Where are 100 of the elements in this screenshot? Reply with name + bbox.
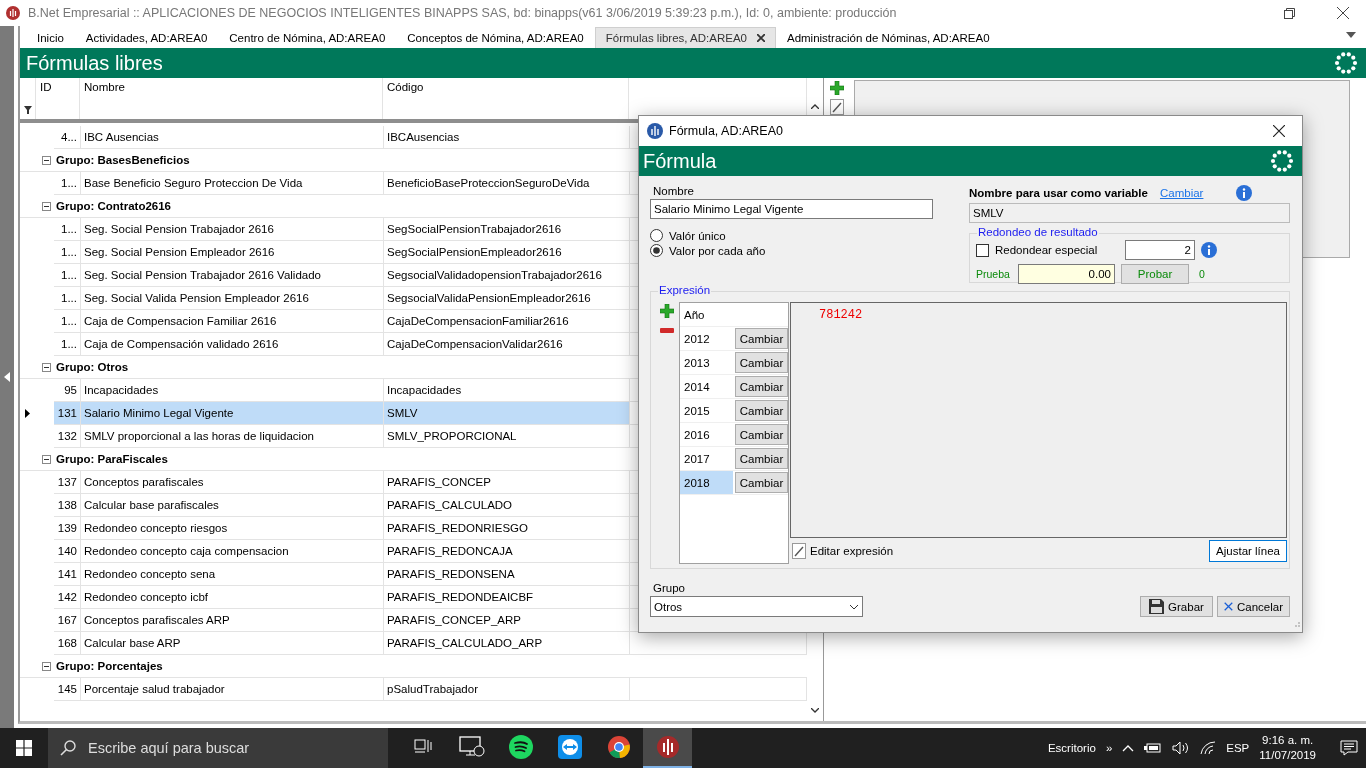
- task-view-icon[interactable]: [413, 739, 432, 755]
- table-cell: 142: [54, 586, 81, 609]
- minus-icon[interactable]: [659, 328, 674, 333]
- column-header[interactable]: Nombre: [84, 81, 125, 93]
- table-cell: 167: [54, 609, 81, 632]
- collapse-icon[interactable]: [42, 155, 51, 165]
- change-button[interactable]: Cambiar: [735, 328, 788, 349]
- year-cell[interactable]: 2012: [680, 327, 733, 350]
- table-cell: PARAFIS_REDONCAJA: [384, 540, 630, 563]
- table-cell: 4...: [54, 126, 81, 149]
- radio-button[interactable]: [650, 229, 663, 242]
- group-label: Grupo: Contrato2616: [56, 200, 171, 212]
- column-header[interactable]: Código: [387, 81, 424, 93]
- table-cell: Seg. Social Pension Trabajador 2616 Validado: [81, 264, 384, 287]
- app-logo-icon: [6, 6, 20, 20]
- notification-icon[interactable]: [1340, 740, 1358, 756]
- group-legend: Expresión: [658, 284, 712, 296]
- radio-button[interactable]: [650, 244, 663, 257]
- checkbox[interactable]: [976, 243, 989, 257]
- test-button[interactable]: Probar: [1121, 264, 1189, 284]
- wifi-icon[interactable]: [1200, 741, 1217, 755]
- search-field[interactable]: Escribe aquí para buscar: [48, 728, 388, 768]
- name-field[interactable]: Salario Minimo Legal Vigente: [650, 199, 933, 219]
- edit-expression-label[interactable]: Editar expresión: [810, 545, 894, 557]
- close-icon[interactable]: [1337, 7, 1349, 19]
- clock[interactable]: 9:16 a. m. 11/07/2019: [1259, 733, 1316, 763]
- info-icon[interactable]: [1201, 242, 1217, 258]
- monitor-icon[interactable]: [458, 736, 485, 758]
- tab[interactable]: Fórmulas libres, AD:AREA0: [594, 27, 776, 48]
- collapse-icon[interactable]: [42, 201, 51, 211]
- collapse-icon[interactable]: [42, 362, 51, 372]
- table-cell: CajaDeCompensacionFamiliar2616: [384, 310, 630, 333]
- change-button[interactable]: Cambiar: [735, 448, 788, 469]
- collapse-icon[interactable]: [42, 661, 51, 671]
- table-cell: Caja de Compensacion Familiar 2616: [81, 310, 384, 333]
- battery-icon[interactable]: [1144, 742, 1163, 754]
- table-cell: 145: [54, 678, 81, 701]
- restore-icon[interactable]: [1283, 7, 1295, 19]
- save-button[interactable]: Grabar: [1140, 596, 1213, 617]
- table-cell: PARAFIS_CONCEP: [384, 471, 630, 494]
- tray-more[interactable]: »: [1105, 742, 1113, 754]
- change-link[interactable]: Cambiar: [1159, 187, 1204, 199]
- close-icon[interactable]: [1273, 125, 1285, 137]
- current-row-icon: [25, 409, 30, 418]
- table-cell: 1...: [54, 310, 81, 333]
- tab[interactable]: Administración de Nóminas, AD:AREA0: [775, 27, 1001, 48]
- pencil-icon[interactable]: [792, 543, 806, 559]
- expression-editor[interactable]: 781242: [790, 302, 1287, 538]
- app-logo-icon[interactable]: [655, 735, 680, 759]
- scroll-up-icon[interactable]: [811, 104, 819, 109]
- music-app-icon[interactable]: [508, 735, 533, 759]
- chevron-up-icon[interactable]: [1122, 744, 1135, 752]
- year-cell[interactable]: 2017: [680, 447, 733, 470]
- year-cell[interactable]: 2018: [680, 471, 733, 494]
- browser-icon[interactable]: [606, 735, 631, 759]
- change-button[interactable]: Cambiar: [735, 472, 788, 493]
- variable-field[interactable]: SMLV: [969, 203, 1290, 223]
- scroll-down-icon[interactable]: [811, 708, 819, 713]
- radio-label[interactable]: Valor por cada año: [669, 244, 766, 257]
- plus-icon[interactable]: [830, 81, 844, 95]
- group-select[interactable]: Otros: [650, 596, 863, 617]
- radio-label[interactable]: Valór único: [669, 229, 726, 242]
- search-icon: [60, 740, 76, 756]
- wrap-line-button[interactable]: Ajustar línea: [1209, 540, 1287, 562]
- windows-logo-icon[interactable]: [16, 740, 32, 756]
- checkbox-label[interactable]: Redondear especial: [995, 244, 1119, 256]
- table-cell: PARAFIS_REDONSENA: [384, 563, 630, 586]
- decimals-field[interactable]: 2: [1125, 240, 1195, 260]
- cancel-button[interactable]: Cancelar: [1217, 596, 1290, 617]
- column-header[interactable]: ID: [40, 81, 52, 93]
- tray-label[interactable]: Escritorio: [1047, 742, 1096, 754]
- tab[interactable]: Inicio: [26, 27, 75, 48]
- table-cell: Seg. Social Valida Pension Empleador 2616: [81, 287, 384, 310]
- table-cell: Redondeo concepto caja compensacion: [81, 540, 384, 563]
- table-cell: 139: [54, 517, 81, 540]
- year-cell[interactable]: 2015: [680, 399, 733, 422]
- info-icon[interactable]: [1236, 185, 1252, 201]
- change-button[interactable]: Cambiar: [735, 424, 788, 445]
- table-cell: Conceptos parafiscales ARP: [81, 609, 384, 632]
- tab[interactable]: Actividades, AD:AREA0: [74, 27, 219, 48]
- year-cell[interactable]: 2016: [680, 423, 733, 446]
- remote-control-icon[interactable]: [557, 735, 582, 759]
- tab[interactable]: Centro de Nómina, AD:AREA0: [218, 27, 397, 48]
- resize-grip-icon[interactable]: [1292, 619, 1300, 627]
- close-icon[interactable]: [756, 34, 765, 42]
- tab[interactable]: Conceptos de Nómina, AD:AREA0: [396, 27, 595, 48]
- dropdown-caret-icon[interactable]: [1346, 32, 1356, 38]
- change-button[interactable]: Cambiar: [735, 400, 788, 421]
- change-button[interactable]: Cambiar: [735, 352, 788, 373]
- chevron-down-icon: [849, 603, 859, 610]
- table-cell: Salario Minimo Legal Vigente: [81, 402, 384, 425]
- test-field[interactable]: 0.00: [1018, 264, 1115, 284]
- table-cell: Seg. Social Pension Trabajador 2616: [81, 218, 384, 241]
- collapse-icon[interactable]: [42, 454, 51, 464]
- filter-icon[interactable]: [24, 106, 32, 114]
- change-button[interactable]: Cambiar: [735, 376, 788, 397]
- speaker-icon[interactable]: [1172, 741, 1191, 755]
- plus-icon[interactable]: [659, 304, 674, 318]
- language-indicator[interactable]: ESP: [1226, 742, 1250, 754]
- pencil-icon[interactable]: [830, 99, 844, 115]
